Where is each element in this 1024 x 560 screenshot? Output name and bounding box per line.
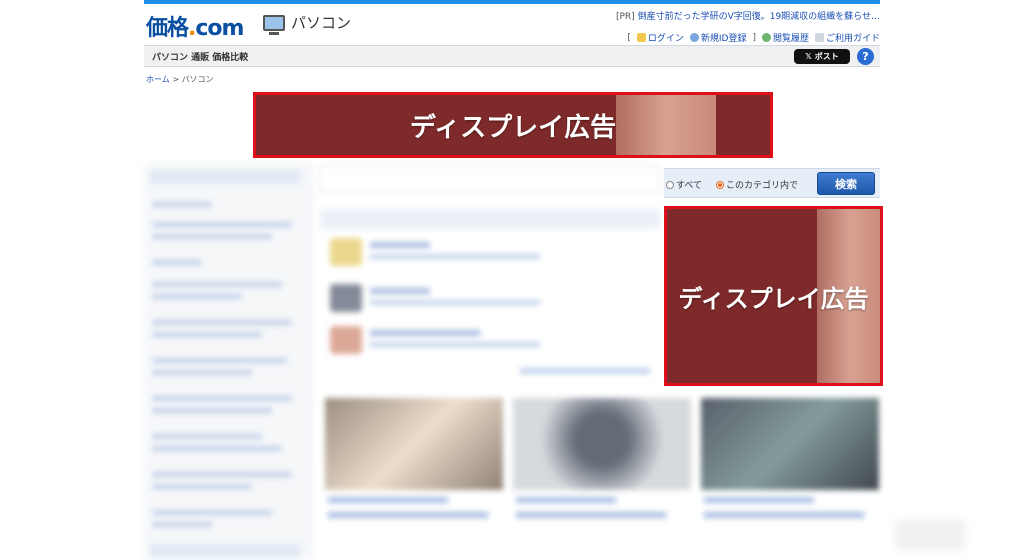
login-link[interactable]: ログイン (636, 31, 684, 44)
blurred-caption (704, 497, 814, 503)
blurred-caption (328, 512, 488, 518)
blurred-row (330, 284, 630, 314)
blurred-caption (516, 512, 666, 518)
history-label: 閲覧履歴 (772, 34, 809, 44)
top-accent-bar (144, 0, 880, 4)
scope-all-label: すべて (676, 181, 703, 191)
radio-category[interactable] (716, 180, 724, 189)
sub-header-bar: パソコン 通販 価格比較 𝕏 ポスト ? (144, 45, 880, 67)
clock-icon (761, 33, 771, 42)
bracket-close: ] (752, 32, 756, 43)
pr-tag: [PR] (615, 12, 635, 22)
post-label: ポスト (814, 52, 839, 61)
search-button[interactable]: 検索 (817, 172, 875, 195)
breadcrumb: ホーム > パソコン (146, 74, 214, 85)
ad-side-label: ディスプレイ広告 (678, 284, 869, 313)
category-heading[interactable]: パソコン (263, 12, 352, 35)
blurred-left-heading (150, 170, 300, 184)
blurred-corner-element (895, 520, 965, 550)
blurred-caption (704, 512, 864, 518)
register-link[interactable]: 新規ID登録 (689, 31, 747, 44)
kakaku-logo[interactable]: 価格.com (146, 10, 244, 42)
login-label: ログイン (647, 34, 684, 44)
register-label: 新規ID登録 (700, 34, 747, 44)
scope-category-option[interactable]: このカテゴリ内で (716, 178, 798, 191)
header-links: [ ログイン 新規ID登録 ] 閲覧履歴 ご利用ガイド (627, 31, 880, 45)
scope-all-option[interactable]: すべて (666, 178, 702, 191)
blurred-search-box (320, 165, 660, 193)
blurred-more-link (520, 368, 650, 374)
blurred-section-heading (320, 209, 660, 229)
scope-category-label: このカテゴリ内で (726, 181, 799, 191)
blurred-caption (516, 497, 616, 503)
blurred-thumbnail (325, 398, 503, 490)
search-scope-bar: すべて このカテゴリ内で 検索 (664, 168, 880, 198)
pr-link[interactable]: [PR] 倒産寸前だった学研のV字回復。19期減収の組織を蘇らせ… (616, 9, 880, 22)
display-ad-side[interactable]: ディスプレイ広告 (664, 206, 883, 386)
key-icon (636, 33, 646, 42)
category-title: パソコン (291, 14, 352, 32)
blurred-thumbnail (513, 398, 691, 490)
logo-com: com (195, 16, 244, 41)
history-link[interactable]: 閲覧履歴 (761, 31, 809, 44)
ad-banner-label: ディスプレイ広告 (409, 112, 617, 143)
ad-banner-photo (616, 95, 716, 155)
laptop-icon (263, 14, 285, 35)
radio-all[interactable] (666, 180, 674, 189)
blurred-row (330, 326, 630, 356)
user-icon (689, 33, 699, 42)
logo-main: 価格 (146, 16, 189, 41)
sub-header-label: パソコン 通販 価格比較 (152, 53, 249, 63)
breadcrumb-separator: > (172, 75, 180, 84)
breadcrumb-current: パソコン (181, 75, 214, 84)
book-icon (814, 33, 824, 42)
blurred-search-area (320, 165, 660, 229)
bracket-open: [ (627, 32, 631, 43)
breadcrumb-home[interactable]: ホーム (146, 75, 170, 84)
guide-link[interactable]: ご利用ガイド (814, 31, 880, 44)
blurred-caption (328, 497, 448, 503)
help-icon[interactable]: ? (857, 48, 874, 65)
x-post-button[interactable]: 𝕏 ポスト (794, 49, 850, 64)
x-logo-icon: 𝕏 (805, 52, 812, 61)
display-ad-banner[interactable]: ディスプレイ広告 (253, 92, 773, 158)
guide-label: ご利用ガイド (825, 34, 880, 44)
pr-text: 倒産寸前だった学研のV字回復。19期減収の組織を蘇らせ… (637, 12, 880, 22)
blurred-row (330, 238, 630, 268)
blurred-left-heading-2 (150, 544, 300, 558)
blurred-thumbnail (701, 398, 879, 490)
blurred-left-column (144, 162, 314, 560)
